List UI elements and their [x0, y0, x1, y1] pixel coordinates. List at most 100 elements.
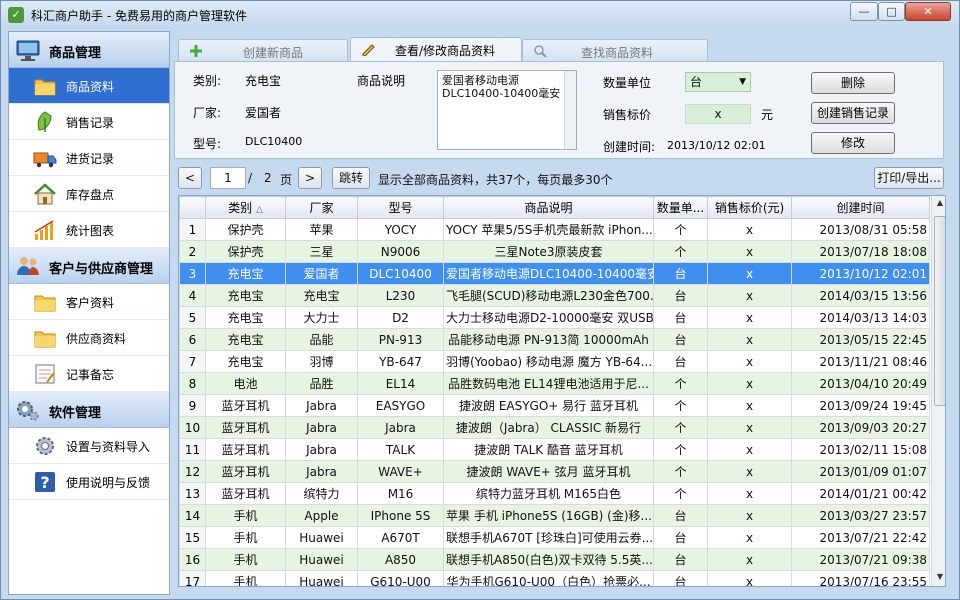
created-time-label: 创建时间: — [603, 140, 656, 154]
created-time-cell: 2013/09/24 19:45 — [791, 394, 930, 417]
description-cell: 苹果 手机 iPhone5S (16GB) (金)移... — [443, 504, 654, 527]
sidebar-item-label: 供应商资料 — [66, 332, 127, 346]
delete-button[interactable]: 删除 — [811, 72, 895, 94]
truck-icon — [33, 152, 57, 168]
description-label: 商品说明 — [357, 74, 406, 88]
sidebar-item-supplier-info[interactable]: 供应商资料 — [9, 320, 169, 356]
unit-dropdown[interactable]: 台 ▼ — [685, 72, 751, 92]
table-row[interactable]: 14 手机 Apple IPhone 5S 苹果 手机 iPhone5S (16GB) … — [179, 504, 930, 527]
price-input[interactable]: x — [685, 104, 751, 124]
sidebar-group-label: 软件管理 — [49, 406, 102, 421]
created-time-cell: 2013/10/12 02:01 — [791, 262, 930, 285]
model-cell: EL14 — [357, 372, 444, 395]
unit-cell: 个 — [653, 416, 708, 439]
scroll-up-icon[interactable]: ▲ — [934, 198, 945, 212]
page-number-input[interactable]: 1 — [210, 167, 246, 189]
description-scrollbar[interactable] — [564, 71, 576, 149]
table-scrollbar[interactable]: ▲ ▼ — [931, 196, 945, 586]
maker-cell: 羽博 — [285, 350, 358, 373]
scroll-down-icon[interactable]: ▼ — [934, 572, 945, 586]
price-cell: x — [707, 570, 792, 586]
total-pages: 2 — [264, 171, 272, 185]
unit-cell: 台 — [653, 548, 708, 571]
table-row[interactable]: 16 手机 Huawei A850 联想手机A850(白色)双卡双待 5.5英... 台 x… — [179, 548, 930, 571]
unit-cell: 台 — [653, 328, 708, 351]
minimize-button[interactable]: — — [850, 2, 878, 21]
gear-icon — [36, 437, 54, 455]
table-row[interactable]: 3 充电宝 爱国者 DLC10400 爱国者移动电源DLC10400-10400毫安台 x… — [179, 262, 930, 285]
table-row[interactable]: 2 保护壳 三星 N9006 三星Note3原装皮套个 x 2013/07/18 18:08 — [179, 240, 930, 263]
sidebar-group-software[interactable]: 软件管理 — [9, 392, 169, 428]
category-cell: 手机 — [205, 526, 286, 549]
sidebar-item-product-info[interactable]: 商品资料 — [9, 68, 169, 104]
table-row[interactable]: 15 手机 Huawei A670T 联想手机A670T [珍珠白]可使用云券... 台 x… — [179, 526, 930, 549]
unit-cell: 个 — [653, 372, 708, 395]
category-cell: 蓝牙耳机 — [205, 438, 286, 461]
table-row[interactable]: 4 充电宝 充电宝 L230 飞毛腿(SCUD)移动电源L230金色700... 台 x 20… — [179, 284, 930, 307]
sidebar-item-settings-import[interactable]: 设置与资料导入 — [9, 428, 169, 464]
sidebar-item-label: 使用说明与反馈 — [66, 476, 151, 490]
row-number-cell: 5 — [179, 306, 206, 329]
tab-label: 创建新商品 — [243, 46, 304, 60]
tab-view-edit-product[interactable]: 查看/修改商品资料 — [350, 37, 522, 61]
table-row[interactable]: 8 电池 品胜 EL14 品胜数码电池 EL14锂电池适用于尼... 个 x 2013/04/… — [179, 372, 930, 395]
search-icon — [534, 45, 547, 58]
category-cell: 充电宝 — [205, 306, 286, 329]
table-row[interactable]: 5 充电宝 大力士 D2 大力士移动电源D2-10000毫安 双USB 台 x 2014/03… — [179, 306, 930, 329]
create-sale-record-button[interactable]: 创建销售记录 — [811, 102, 895, 124]
column-header-price[interactable]: 销售标价(元) — [707, 196, 792, 219]
sidebar-item-charts[interactable]: 统计图表 — [9, 212, 169, 248]
column-header-rownum[interactable] — [179, 196, 206, 219]
table-row[interactable]: 6 充电宝 品能 PN-913 品能移动电源 PN-913简 10000mAh 台 x 201… — [179, 328, 930, 351]
tab-search-product[interactable]: 查找商品资料 — [522, 39, 708, 61]
sidebar-group-products[interactable]: 商品管理 — [9, 32, 169, 68]
table-row[interactable]: 10 蓝牙耳机 Jabra Jabra 捷波朗（Jabra） CLASSIC 新易行个 x… — [179, 416, 930, 439]
jump-button[interactable]: 跳转 — [332, 167, 370, 189]
sidebar-item-purchase-records[interactable]: 进货记录 — [9, 140, 169, 176]
tab-label: 查找商品资料 — [581, 46, 654, 60]
model-cell: M16 — [357, 482, 444, 505]
close-button[interactable]: ✕ — [905, 2, 951, 21]
column-header-created-time[interactable]: 创建时间 — [791, 196, 930, 219]
table-row[interactable]: 12 蓝牙耳机 Jabra WAVE+ 捷波朗 WAVE+ 弦月 蓝牙耳机个 x 2013/… — [179, 460, 930, 483]
maximize-button[interactable]: □ — [878, 2, 905, 21]
tab-create-product[interactable]: 创建新商品 — [178, 39, 348, 61]
sidebar-item-notes[interactable]: 记事备忘 — [9, 356, 169, 392]
created-time-cell: 2013/07/18 18:08 — [791, 240, 930, 263]
prev-page-button[interactable]: < — [178, 167, 202, 189]
column-header-category[interactable]: 类别 △ — [205, 196, 286, 219]
category-cell: 手机 — [205, 504, 286, 527]
column-header-model[interactable]: 型号 — [357, 196, 444, 219]
maker-cell: 三星 — [285, 240, 358, 263]
unit-cell: 个 — [653, 438, 708, 461]
row-number-cell: 3 — [179, 262, 206, 285]
column-header-unit[interactable]: 数量单... — [653, 196, 708, 219]
unit-cell: 台 — [653, 306, 708, 329]
model-cell: G610-U00 — [357, 570, 444, 586]
table-row[interactable]: 1 保护壳 苹果 YOCY YOCY 苹果5/5S手机壳最新款 iPhon... 个 x 20… — [179, 218, 930, 241]
sidebar-item-inventory[interactable]: 库存盘点 — [9, 176, 169, 212]
print-export-button[interactable]: 打印/导出... — [874, 167, 944, 189]
sidebar-item-sales-records[interactable]: 销售记录 — [9, 104, 169, 140]
price-cell: x — [707, 416, 792, 439]
table-row[interactable]: 7 充电宝 羽博 YB-647 羽博(Yoobao) 移动电源 魔方 YB-64... 台… — [179, 350, 930, 373]
model-cell: Jabra — [357, 416, 444, 439]
created-time-cell: 2013/11/21 08:46 — [791, 350, 930, 373]
table-row[interactable]: 9 蓝牙耳机 Jabra EASYGO 捷波朗 EASYGO+ 易行 蓝牙耳机个 x 201… — [179, 394, 930, 417]
sidebar-item-help-feedback[interactable]: ? 使用说明与反馈 — [9, 464, 169, 500]
column-header-description[interactable]: 商品说明 — [443, 196, 654, 219]
window-title: 科汇商户助手 - 免费易用的商户管理软件 — [31, 9, 247, 23]
table-row[interactable]: 17 手机 Huawei G610-U00 华为手机G610-U00（白色）抢票必...… — [179, 570, 930, 586]
sidebar-item-customer-info[interactable]: 客户资料 — [9, 284, 169, 320]
description-textarea[interactable]: 爱国者移动电源 DLC10400-10400毫安 — [437, 70, 577, 150]
column-header-maker[interactable]: 厂家 — [285, 196, 358, 219]
model-cell: A850 — [357, 548, 444, 571]
sidebar-group-customers-suppliers[interactable]: 客户与供应商管理 — [9, 248, 169, 284]
scrollbar-thumb[interactable] — [934, 216, 945, 406]
table-row[interactable]: 13 蓝牙耳机 缤特力 M16 缤特力蓝牙耳机 M165白色个 x 2014/01/21 0… — [179, 482, 930, 505]
modify-button[interactable]: 修改 — [811, 132, 895, 154]
product-table-body: 类别 △ 厂家 型号 商品说明 数量单... 销售标价(元) 创建时间 1 保护壳… — [179, 196, 930, 586]
next-page-button[interactable]: > — [298, 167, 322, 189]
unit-cell: 台 — [653, 504, 708, 527]
table-row[interactable]: 11 蓝牙耳机 Jabra TALK 捷波朗 TALK 酷音 蓝牙耳机个 x 2013/02… — [179, 438, 930, 461]
